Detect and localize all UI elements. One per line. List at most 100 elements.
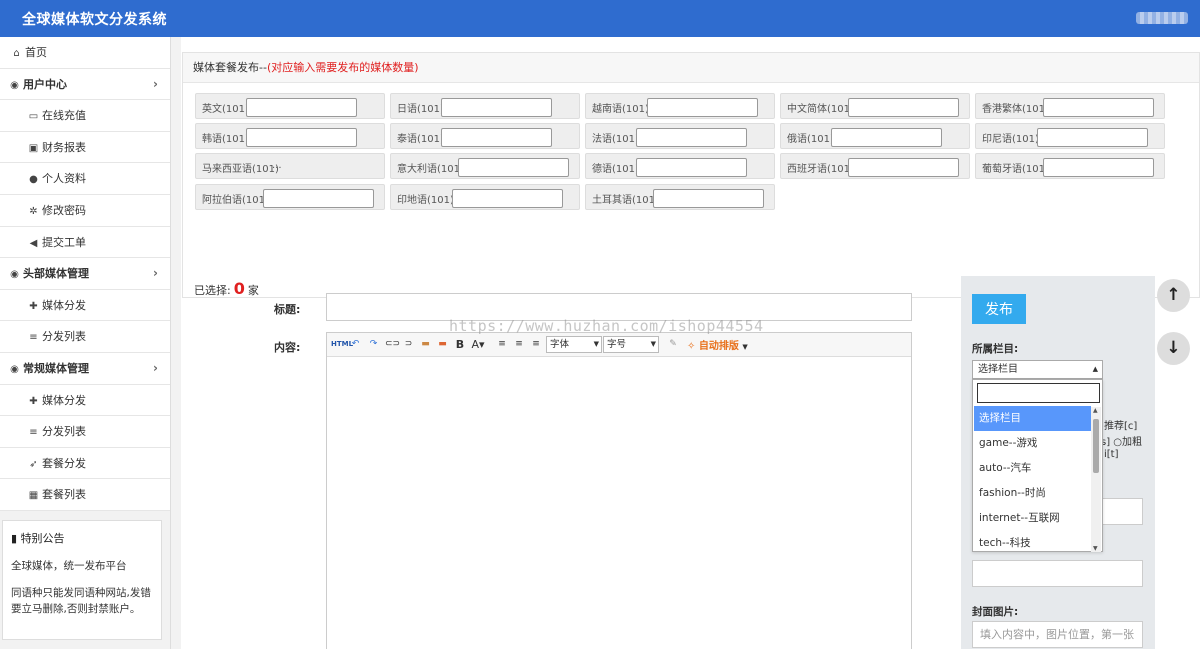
sidebar-item[interactable]: ● 个人资料 — [0, 163, 170, 195]
language-label: 日语(101) — [397, 104, 444, 115]
unlink-icon[interactable]: ⊃ — [402, 338, 415, 351]
language-count-input[interactable] — [848, 98, 959, 117]
image-icon[interactable]: ▬ — [419, 338, 432, 351]
notice-line: 要立马删除,否则封禁账户。 — [11, 603, 141, 615]
language-count-input[interactable] — [246, 98, 357, 117]
sidebar-item[interactable]: ▣ 财务报表 — [0, 131, 170, 164]
plus-icon: ✚ — [29, 300, 38, 312]
sidebar-item[interactable]: ≡ 分发列表 — [0, 321, 170, 353]
language-count-input[interactable] — [636, 158, 747, 177]
grid-icon: ▦ — [28, 490, 39, 502]
language-count-input[interactable] — [1043, 98, 1154, 117]
sidebar-item[interactable]: ➶ 套餐分发 — [0, 447, 170, 480]
language-count-input[interactable] — [831, 128, 942, 147]
cover-image-input[interactable]: 填入内容中，图片位置，第一张 — [972, 621, 1143, 648]
language-label: 法语(101) — [592, 134, 639, 145]
user-menu[interactable] — [1136, 12, 1188, 24]
language-count-input[interactable] — [441, 128, 552, 147]
language-count-input[interactable] — [1037, 128, 1148, 147]
scroll-up-button[interactable]: ↑ — [1157, 279, 1190, 312]
selected-count: 已选择: 0 家 — [194, 279, 259, 298]
dropdown-option[interactable]: fashion--时尚 — [974, 481, 1091, 506]
undo-icon[interactable]: ↶ — [349, 338, 362, 351]
category-dropdown: 选择栏目 game--游戏 auto--汽车 fashion--时尚 internet-… — [972, 379, 1103, 552]
language-count-input[interactable] — [647, 98, 758, 117]
sidebar-item[interactable]: ≡ 分发列表 — [0, 416, 170, 448]
language-label: 越南语(101) — [592, 104, 649, 115]
html-source-icon[interactable]: HTML — [331, 338, 353, 351]
chevron-down-icon[interactable]: ▼ — [1093, 545, 1098, 552]
language-quota: 印尼语(101) — [975, 123, 1165, 149]
sidebar-item[interactable]: ◉ 头部媒体管理 › — [0, 258, 170, 290]
language-count-input[interactable] — [636, 128, 747, 147]
align-center-icon[interactable]: ≡ — [514, 338, 524, 351]
sidebar-item[interactable]: ◀ 提交工单 — [0, 226, 170, 259]
sidebar-item[interactable]: ✚ 媒体分发 — [0, 289, 170, 322]
sidebar-item[interactable]: ✲ 修改密码 — [0, 194, 170, 227]
sidebar-item[interactable]: ◉ 用户中心 › — [0, 68, 170, 101]
font-family-select[interactable]: 字体 ▼ — [546, 336, 602, 353]
attr-text: 推荐[c] — [1104, 421, 1138, 432]
align-left-icon[interactable]: ≡ — [497, 338, 507, 351]
language-count-input[interactable] — [848, 158, 959, 177]
language-label: 西班牙语(101) — [787, 164, 854, 175]
publish-button[interactable]: 发布 — [972, 294, 1026, 324]
dropdown-scrollbar[interactable]: ▲ ▼ — [1091, 407, 1101, 552]
font-color-icon[interactable]: A▾ — [470, 338, 486, 351]
dropdown-search-input[interactable] — [977, 383, 1100, 403]
language-label: 香港繁体(101) — [982, 104, 1049, 115]
multi-image-icon[interactable]: ▬ — [436, 338, 449, 351]
text-input[interactable] — [972, 560, 1143, 587]
content-editor[interactable]: HTML ↶ ↷ ⊂⊃ ⊃ ▬ ▬ B A▾ ≡ ≡ ≡ 字体 ▼ 字号 ▼ ✎ ✧… — [326, 332, 912, 649]
language-quota: 俄语(101) — [780, 123, 970, 149]
dropdown-option[interactable]: auto--汽车 — [974, 456, 1091, 481]
language-quota: 阿拉伯语(101) — [195, 184, 385, 210]
dropdown-option[interactable]: game--游戏 — [974, 431, 1091, 456]
category-label: 所属栏目: — [972, 343, 1019, 355]
sidebar-item-label: 套餐列表 — [42, 488, 86, 502]
language-count-input[interactable] — [441, 98, 552, 117]
language-label: 阿拉伯语(101) — [202, 195, 269, 206]
language-count-input[interactable] — [452, 189, 563, 208]
dropdown-option[interactable]: tech--科技 — [974, 531, 1091, 556]
scroll-down-button[interactable]: ↓ — [1157, 332, 1190, 365]
font-size-select[interactable]: 字号 ▼ — [603, 336, 659, 353]
language-quota: 日语(101) — [390, 93, 580, 119]
align-right-icon[interactable]: ≡ — [531, 338, 541, 351]
language-count-input[interactable] — [653, 189, 764, 208]
sidebar-item[interactable]: ▭ 在线充值 — [0, 100, 170, 132]
language-quota: 意大利语(101) — [390, 153, 580, 179]
globe-icon: ◉ — [10, 79, 19, 91]
sidebar-item-label: 分发列表 — [42, 425, 86, 439]
auto-format-button[interactable]: ✧ 自动排版 ▼ — [687, 337, 748, 352]
language-count-input[interactable] — [1043, 158, 1154, 177]
sidebar-item[interactable]: ⌂ 首页 — [0, 37, 170, 69]
language-input-value[interactable]: ... — [272, 160, 282, 171]
user-icon: ● — [29, 174, 38, 186]
sidebar-item[interactable]: ▦ 套餐列表 — [0, 479, 170, 511]
content-label: 内容: — [274, 341, 301, 354]
list-icon: ≡ — [29, 427, 38, 439]
sidebar-item[interactable]: ◉ 常规媒体管理 › — [0, 352, 170, 385]
dropdown-option[interactable]: 选择栏目 — [974, 406, 1091, 431]
sidebar-item[interactable]: ✚ 媒体分发 — [0, 384, 170, 417]
category-select[interactable]: 选择栏目 ▲ — [972, 360, 1103, 379]
language-label: 马来西亚语(101) — [202, 164, 279, 175]
language-count-input[interactable] — [263, 189, 374, 208]
globe-icon: ◉ — [10, 363, 19, 375]
language-count-input[interactable] — [246, 128, 357, 147]
sidebar-item-label: 套餐分发 — [42, 456, 86, 470]
title-input[interactable] — [326, 293, 912, 321]
bold-icon[interactable]: B — [455, 338, 465, 351]
dropdown-option[interactable]: internet--互联网 — [974, 506, 1091, 531]
chevron-right-icon: › — [153, 266, 158, 281]
scroll-thumb[interactable] — [1093, 419, 1099, 473]
language-label: 韩语(101) — [202, 134, 249, 145]
redo-icon[interactable]: ↷ — [367, 338, 380, 351]
link-icon[interactable]: ⊂⊃ — [385, 338, 400, 351]
attr-text[interactable]: s] ○加粗 — [1101, 433, 1142, 448]
chevron-up-icon[interactable]: ▲ — [1093, 407, 1098, 414]
language-count-input[interactable] — [458, 158, 569, 177]
eraser-icon[interactable]: ✎ — [667, 338, 679, 351]
font-size-value: 字号 — [607, 339, 627, 350]
